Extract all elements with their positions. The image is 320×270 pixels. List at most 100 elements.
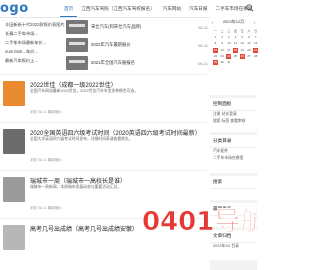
calendar-day[interactable]: 5: [240, 35, 245, 40]
article-title[interactable]: 高考几号出成绩（高考几号出成绩安徽）: [30, 224, 138, 233]
calendar-day[interactable]: 23: [220, 54, 225, 59]
box-title: 控制面板: [210, 98, 257, 111]
calendar-day[interactable]: 9: [220, 41, 225, 46]
mini-date: 06-11: [198, 24, 208, 30]
calendar-day[interactable]: 30: [220, 60, 225, 65]
nav-car-daily[interactable]: 汽车日报: [185, 0, 211, 17]
mini-date: 06-11: [198, 60, 208, 66]
calendar-day[interactable]: 11: [233, 41, 238, 46]
nav-jiangxi[interactable]: 江西汽车驾照（江西汽车驾校报名）: [77, 0, 159, 17]
article-thumbnail: [3, 225, 25, 250]
article-thumbnail: [3, 81, 25, 106]
calendar-day[interactable]: 14: [253, 41, 258, 46]
calendar-day[interactable]: 21: [253, 47, 259, 53]
calendar-day[interactable]: 27: [246, 54, 251, 59]
calendar-day[interactable]: 6: [246, 35, 251, 40]
calendar-day[interactable]: 20: [246, 48, 251, 53]
calendar-day[interactable]: 15: [213, 47, 218, 53]
search-icon[interactable]: [246, 4, 254, 12]
mini-list: 宋仕汽车(阿宋仕汽车品牌) 06-11 2022年汽车最新报价 06-11 20…: [66, 20, 208, 72]
calendar-weekday: 五: [240, 29, 244, 33]
calendar-day[interactable]: 16: [220, 48, 225, 53]
calendar-day[interactable]: 13: [246, 41, 251, 46]
left-item[interactable]: ours Mob...车价...: [0, 47, 64, 56]
calendar-title: 2023年12月: [222, 19, 245, 24]
calendar-day[interactable]: 28: [253, 54, 258, 59]
calendar-day[interactable]: 29: [213, 59, 218, 65]
mini-item[interactable]: 宋仕汽车(阿宋仕汽车品牌) 06-11: [66, 20, 208, 34]
article-thumbnail: [3, 177, 25, 202]
box-line[interactable]: 注册 站长登录: [210, 111, 257, 118]
nav-car-site[interactable]: 汽车网站: [159, 0, 185, 17]
article-excerpt: 全国大学英语四六级考试时间发布，详细时间表请查看原文。: [30, 137, 133, 141]
article-meta: 浏览 06-11 最新报价: [30, 110, 62, 114]
calendar-day[interactable]: 1: [213, 35, 218, 40]
mini-title: 2021年全国汽车展报名: [91, 60, 135, 65]
calendar-day[interactable]: 17: [226, 48, 231, 53]
article-title[interactable]: 瑞城市一周（瑞城市一高校长是谁）: [30, 176, 126, 185]
prev-month-icon[interactable]: ‹: [212, 20, 213, 25]
category-box: 分类目录 汽车配件 二手车市场在哪里: [210, 135, 257, 173]
calendar-day[interactable]: 8: [213, 41, 218, 46]
category-item[interactable]: 汽车配件: [210, 148, 257, 155]
svg-text:0401导航: 0401导航: [142, 206, 257, 237]
calendar-weekday: 六: [247, 29, 251, 33]
calendar-day[interactable]: 2: [220, 35, 225, 40]
box-title: 分类目录: [210, 135, 257, 148]
calendar-day[interactable]: 31: [226, 60, 231, 65]
calendar-day[interactable]: 10: [226, 41, 231, 46]
calendar-weekday: 日: [254, 29, 258, 33]
calendar-weekday: 一: [213, 29, 217, 33]
calendar-weekday: 三: [227, 29, 231, 33]
calendar-day[interactable]: 19: [240, 48, 245, 53]
category-item[interactable]: 二手车市场在哪里: [210, 155, 257, 162]
calendar-day[interactable]: 22: [213, 54, 218, 59]
mini-title: 宋仕汽车(阿宋仕汽车品牌): [91, 24, 142, 29]
article-excerpt: 全国汽车网站最新2022世佳，2022世佳汽车车型多种颜色可选。: [30, 89, 139, 93]
article-meta: 浏览 06-11 最新报价: [30, 206, 62, 210]
calendar-weekday: 二: [220, 29, 224, 33]
thumbnail: [66, 38, 88, 52]
article-title[interactable]: 2022世佳（成都一级2022世佳）: [30, 80, 117, 89]
article-thumbnail: [3, 129, 25, 154]
calendar-day[interactable]: [253, 60, 258, 65]
calendar-day[interactable]: 25: [233, 54, 238, 59]
calendar-day[interactable]: [240, 60, 245, 65]
calendar-day[interactable]: 26: [239, 53, 245, 59]
mini-date: 06-11: [198, 42, 208, 48]
article-title[interactable]: 2020全国英语四六级考试时间（2020英语四六级考试时间最新）: [30, 128, 201, 137]
thumbnail: [66, 56, 88, 70]
calendar-header: ‹ 2023年12月 ›: [210, 17, 257, 27]
left-item[interactable]: 长春二手车市场...: [0, 29, 64, 38]
calendar-day[interactable]: 3: [226, 35, 231, 40]
article-card[interactable]: 2020全国英语四六级考试时间（2020英语四六级考试时间最新） 全国大学英语四…: [0, 122, 206, 170]
left-item[interactable]: 二手车市场最新车价...: [0, 38, 64, 47]
top-bar: ogo 首页 江西汽车驾照（江西汽车驾校报名） 汽车网站 汽车日报 二手车市场在…: [0, 0, 257, 18]
left-latest-list: 丰田新新十代2022款报价表图片（ 长春二手车市场... 二手车市场最新车价..…: [0, 20, 64, 72]
box-line[interactable]: 搜索 标签 查看审核: [210, 118, 257, 125]
calendar-day[interactable]: [233, 60, 238, 65]
main-nav: 首页 江西汽车驾照（江西汽车驾校报名） 汽车网站 汽车日报 二手车市场在哪里: [60, 0, 256, 17]
calendar-day[interactable]: 7: [253, 35, 258, 40]
article-meta: 浏览 06-11 最新报价: [30, 158, 62, 162]
left-item[interactable]: 丰田新新十代2022款报价表图片（: [0, 20, 64, 29]
next-month-icon[interactable]: ›: [254, 20, 255, 25]
left-item[interactable]: 最新汽车报价上...: [0, 56, 64, 65]
mini-item[interactable]: 2021年全国汽车展报名 06-11: [66, 56, 208, 70]
mini-title: 2022年汽车最新报价: [91, 42, 131, 47]
calendar-day[interactable]: 12: [240, 41, 245, 46]
calendar-day[interactable]: [246, 60, 251, 65]
mini-item[interactable]: 2022年汽车最新报价 06-11: [66, 38, 208, 52]
calendar-widget: ‹ 2023年12月 › 一二三四五六日 1 2 3 4 5 6 7 8 9 10 11 12 13 14 1…: [210, 17, 259, 95]
calendar-day[interactable]: 4: [233, 35, 238, 40]
calendar-weekday: 四: [234, 29, 238, 33]
control-panel-box: 控制面板 注册 站长登录 搜索 标签 查看审核: [210, 98, 257, 132]
thumbnail: [66, 20, 88, 34]
watermark-logo: 0401导航: [142, 206, 257, 238]
calendar-day[interactable]: 18: [233, 47, 239, 53]
site-logo[interactable]: ogo: [0, 1, 29, 16]
calendar-grid: 一二三四五六日 1 2 3 4 5 6 7 8 9 10 11 12 13 14 15 16 17 18 19 20 21…: [210, 27, 259, 67]
calendar-day[interactable]: 24: [226, 53, 232, 59]
nav-home[interactable]: 首页: [60, 0, 78, 17]
article-card[interactable]: 2022世佳（成都一级2022世佳） 全国汽车网站最新2022世佳，2022世佳…: [0, 74, 206, 122]
